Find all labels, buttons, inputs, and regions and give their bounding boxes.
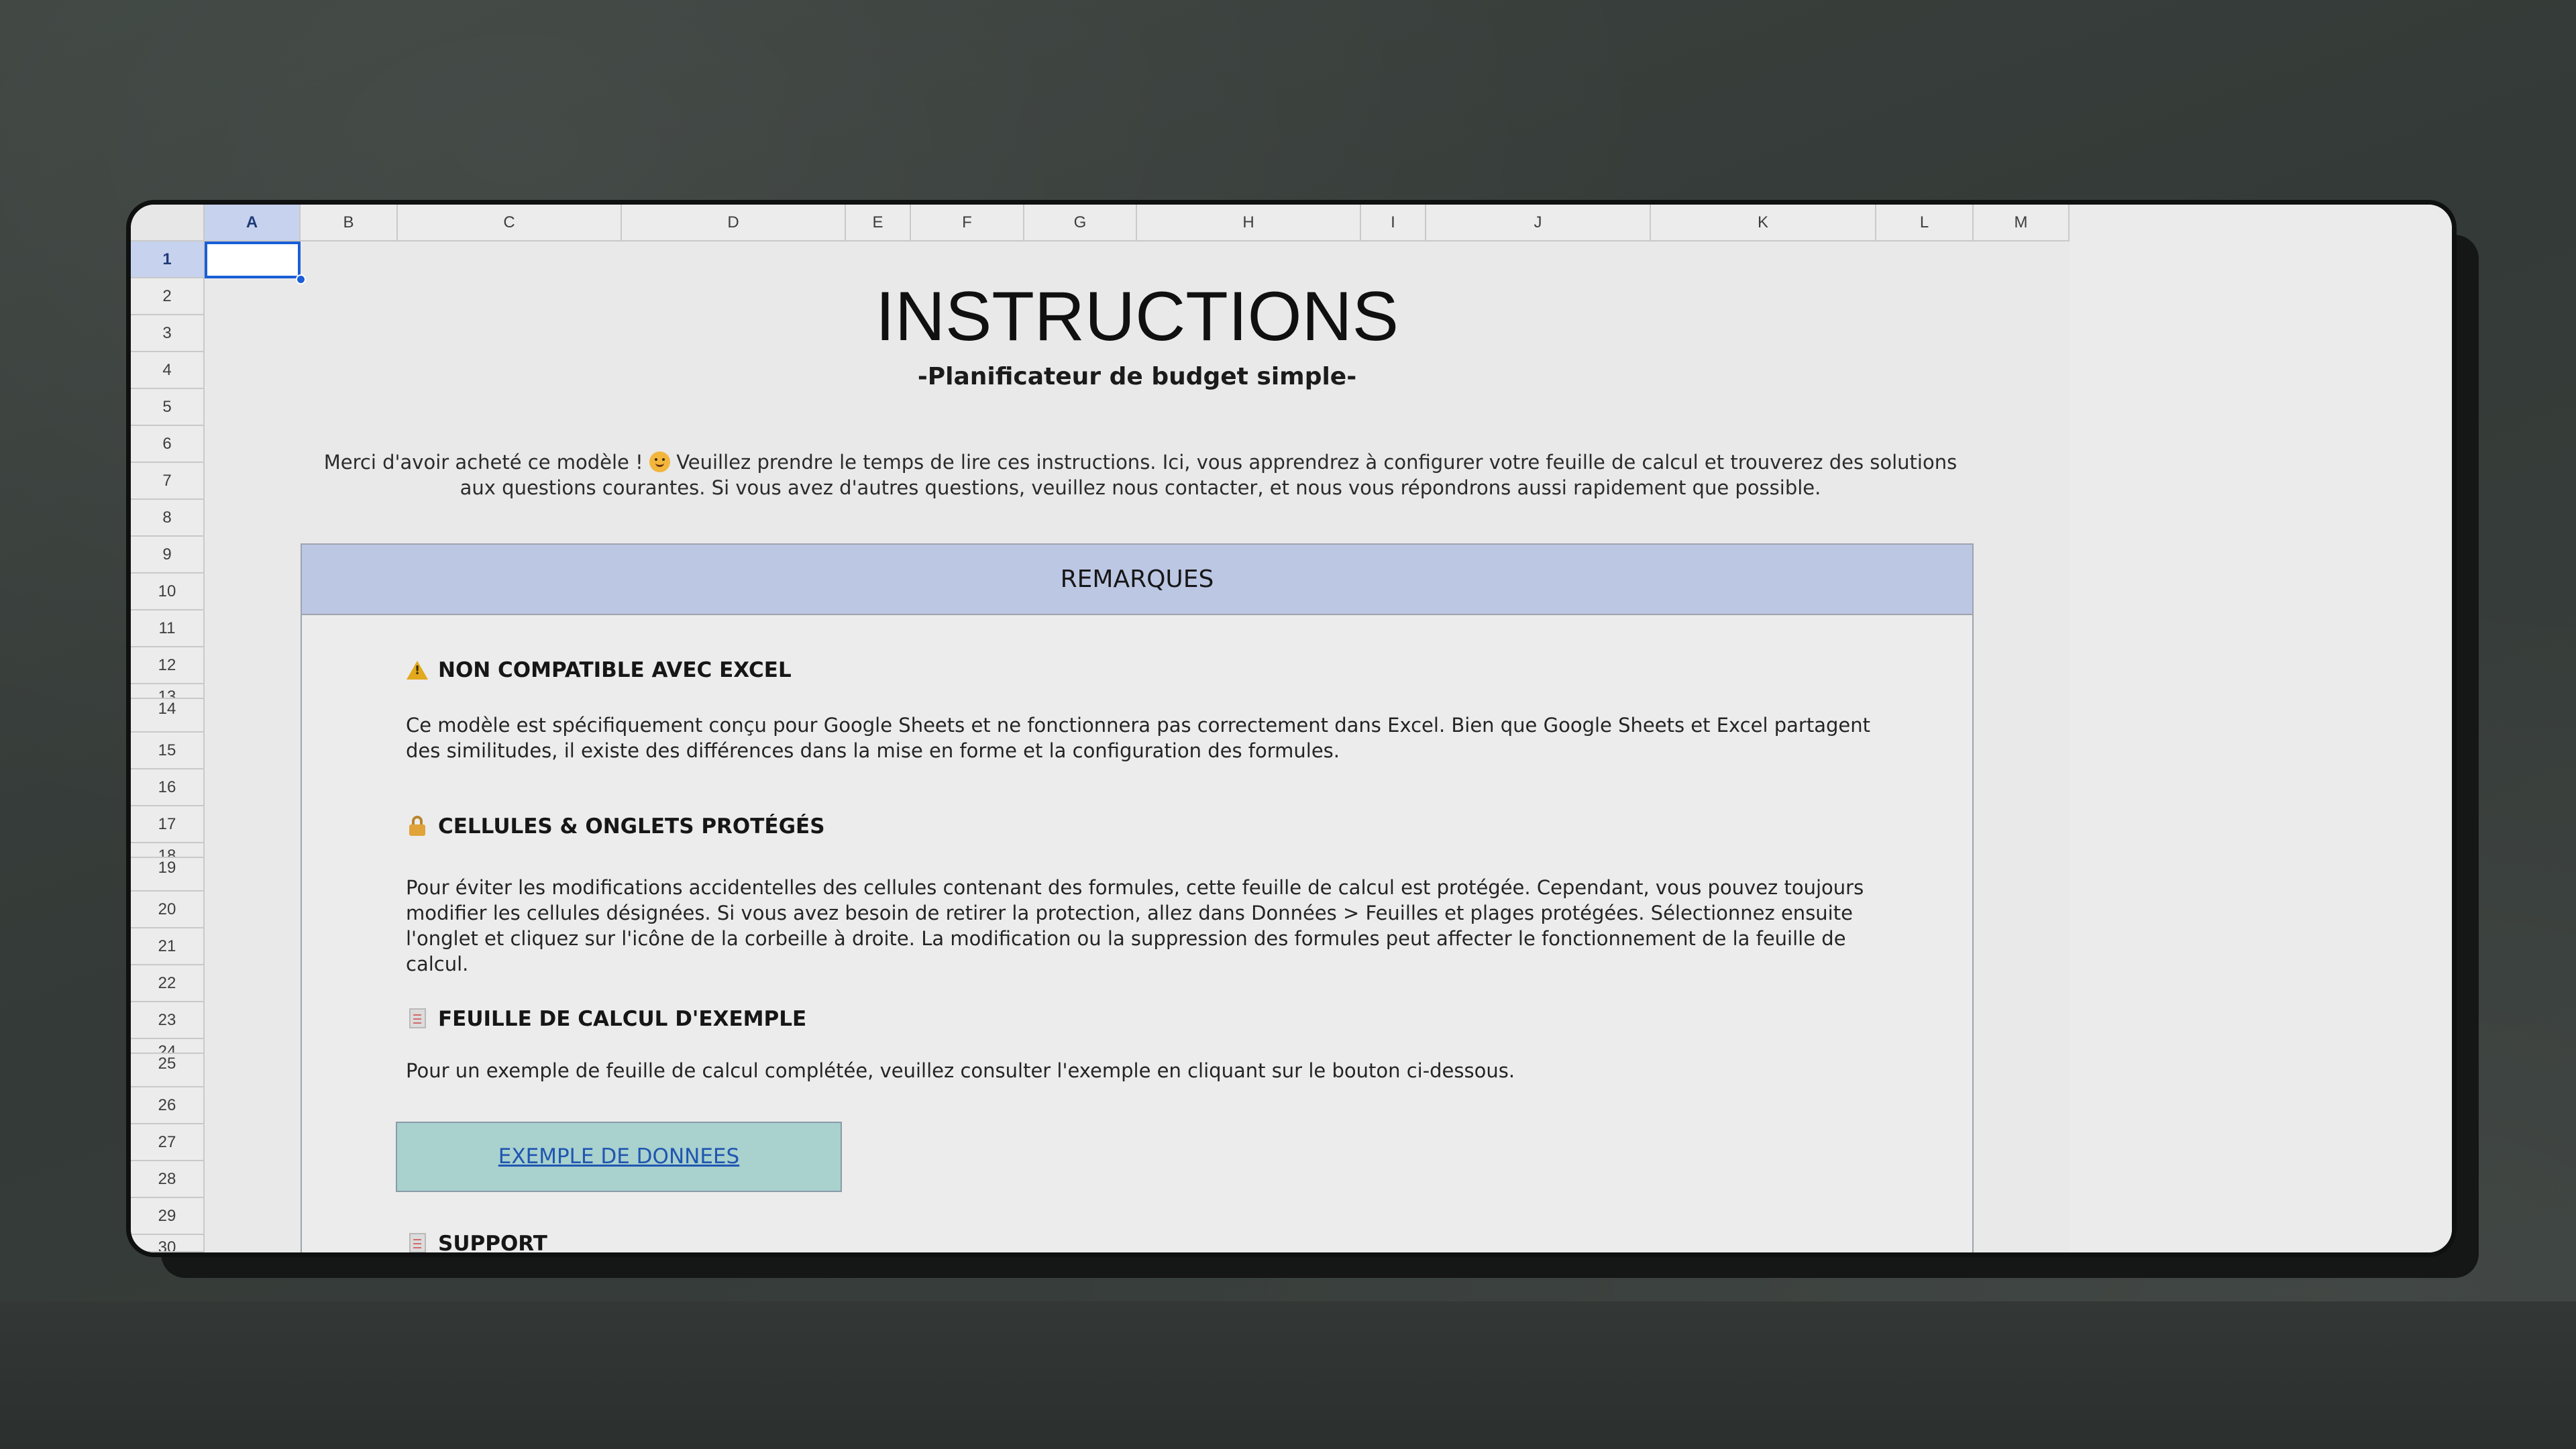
section-title: FEUILLE DE CALCUL D'EXEMPLE — [438, 1007, 807, 1031]
row-header-30[interactable]: 30 — [131, 1235, 205, 1252]
row-header-11[interactable]: 11 — [131, 610, 205, 647]
row-header-22[interactable]: 22 — [131, 965, 205, 1002]
section-body: Pour éviter les modifications accidentel… — [406, 876, 1864, 975]
row-header-19[interactable]: 19 — [131, 858, 205, 892]
row-header-14[interactable]: 14 — [131, 699, 205, 733]
document-icon — [406, 1008, 429, 1030]
spreadsheet-window: A B C D E F G H I J K L M 1 2 3 4 5 6 7 … — [126, 200, 2457, 1257]
section-title: CELLULES & ONGLETS PROTÉGÉS — [438, 814, 825, 839]
column-header-i[interactable]: I — [1361, 205, 1426, 241]
selected-cell-a1[interactable] — [205, 241, 301, 278]
column-header-h[interactable]: H — [1137, 205, 1361, 241]
section-title: SUPPORT — [438, 1232, 547, 1256]
column-header-m[interactable]: M — [1974, 205, 2070, 241]
row-header-5[interactable]: 5 — [131, 389, 205, 426]
desktop-floor — [0, 1301, 2576, 1449]
page-subtitle: -Planificateur de budget simple- — [917, 363, 1357, 390]
row-header-21[interactable]: 21 — [131, 928, 205, 965]
row-header-29[interactable]: 29 — [131, 1198, 205, 1235]
intro-text-end: Veuillez prendre le temps de lire ces in… — [460, 451, 1957, 499]
row-header-13[interactable]: 13 — [131, 684, 205, 699]
remarks-header: REMARQUES — [302, 545, 1972, 615]
row-header-24[interactable]: 24 — [131, 1039, 205, 1054]
row-header-18[interactable]: 18 — [131, 843, 205, 858]
column-header-k[interactable]: K — [1651, 205, 1876, 241]
column-header-g[interactable]: G — [1024, 205, 1137, 241]
column-header-a[interactable]: A — [205, 205, 301, 241]
page-title: INSTRUCTIONS — [875, 278, 1399, 356]
row-header-15[interactable]: 15 — [131, 733, 205, 769]
column-header-b[interactable]: B — [301, 205, 398, 241]
document-icon — [406, 1233, 429, 1252]
column-header-e[interactable]: E — [846, 205, 911, 241]
column-header-l[interactable]: L — [1876, 205, 1974, 241]
row-header-8[interactable]: 8 — [131, 500, 205, 537]
select-all-corner[interactable] — [131, 205, 205, 241]
remarks-panel: REMARQUES NON COMPATIBLE AVEC EXCEL Ce m… — [301, 543, 1974, 1256]
section-excel-compatibility: NON COMPATIBLE AVEC EXCEL — [406, 657, 792, 684]
row-header-1[interactable]: 1 — [131, 241, 205, 278]
row-header-20[interactable]: 20 — [131, 892, 205, 928]
section-body: Ce modèle est spécifiquement conçu pour … — [406, 714, 1870, 762]
row-header-25[interactable]: 25 — [131, 1054, 205, 1087]
row-header-27[interactable]: 27 — [131, 1124, 205, 1161]
column-header-j[interactable]: J — [1426, 205, 1651, 241]
intro-text: Merci d'avoir acheté ce modèle ! Veuille… — [322, 449, 1959, 500]
column-header-d[interactable]: D — [622, 205, 846, 241]
smiling-face-icon — [649, 451, 670, 472]
row-header-10[interactable]: 10 — [131, 574, 205, 610]
row-header-17[interactable]: 17 — [131, 806, 205, 843]
section-protected-cells: CELLULES & ONGLETS PROTÉGÉS — [406, 813, 825, 840]
row-header-23[interactable]: 23 — [131, 1002, 205, 1039]
row-header-16[interactable]: 16 — [131, 769, 205, 806]
section-body: Pour un exemple de feuille de calcul com… — [406, 1059, 1515, 1082]
example-data-button[interactable]: EXEMPLE DE DONNEES — [396, 1122, 842, 1192]
section-example-sheet: FEUILLE DE CALCUL D'EXEMPLE — [406, 1006, 806, 1032]
column-header-f[interactable]: F — [911, 205, 1024, 241]
row-header-26[interactable]: 26 — [131, 1087, 205, 1124]
warning-icon — [406, 659, 429, 681]
row-header-7[interactable]: 7 — [131, 463, 205, 500]
row-header-28[interactable]: 28 — [131, 1161, 205, 1198]
column-header-c[interactable]: C — [398, 205, 622, 241]
section-support: SUPPORT — [406, 1230, 547, 1256]
row-header-12[interactable]: 12 — [131, 647, 205, 684]
row-header-6[interactable]: 6 — [131, 426, 205, 463]
section-title: NON COMPATIBLE AVEC EXCEL — [438, 658, 792, 682]
intro-text-start: Merci d'avoir acheté ce modèle ! — [323, 451, 643, 474]
row-header-9[interactable]: 9 — [131, 537, 205, 574]
lock-icon — [406, 816, 429, 837]
